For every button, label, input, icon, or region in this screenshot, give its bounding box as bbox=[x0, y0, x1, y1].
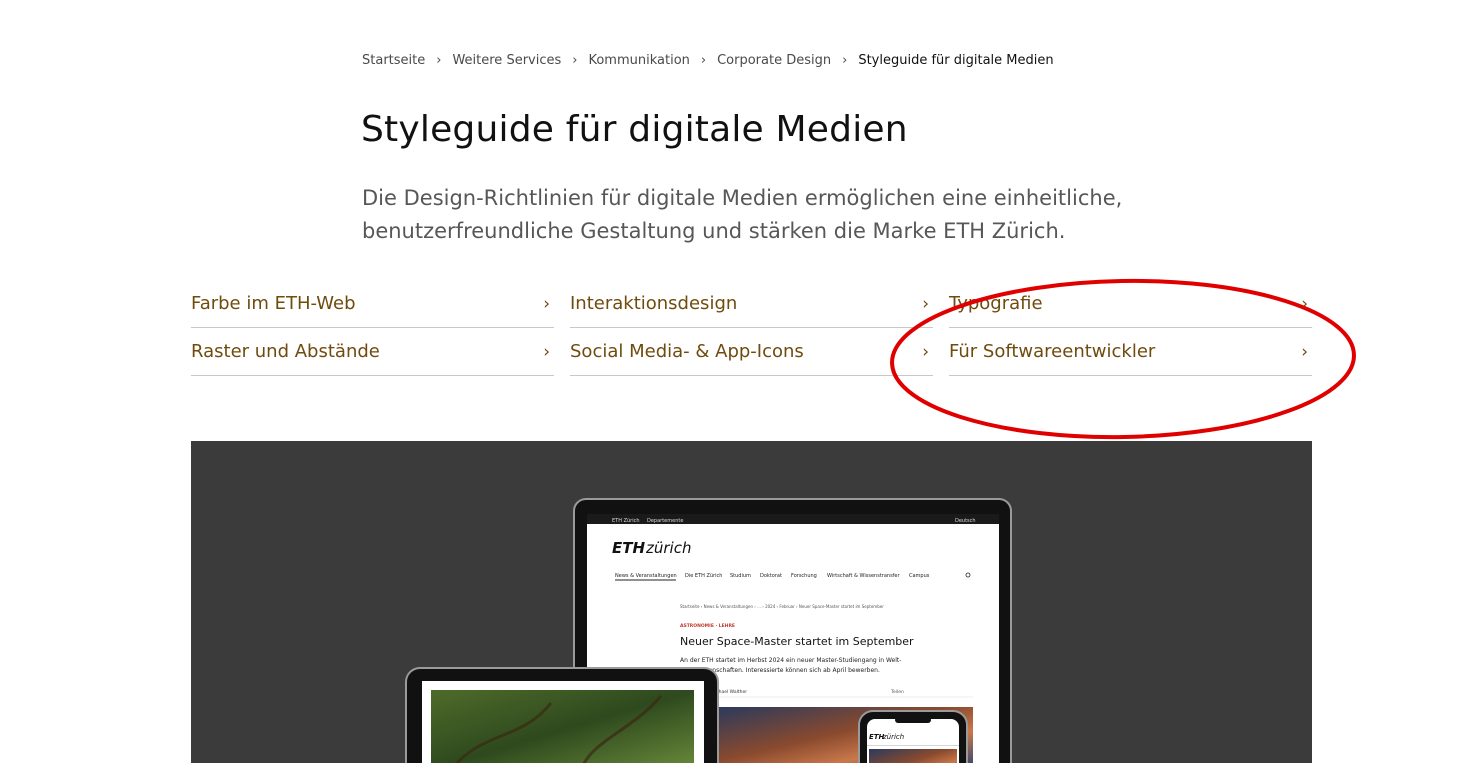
mock-crumbs: Startseite › News & Veranstaltungen › ..… bbox=[680, 604, 884, 609]
mock-nav-2: Studium bbox=[730, 573, 751, 579]
link-typografie[interactable]: Typografie › bbox=[949, 280, 1312, 328]
mock-nav-4: Forschung bbox=[791, 573, 817, 579]
breadcrumb-current: Styleguide für digitale Medien bbox=[858, 53, 1054, 68]
chevron-right-icon: › bbox=[700, 53, 707, 68]
mock-topbar-right: Deutsch bbox=[955, 518, 976, 524]
mock-nav-5: Wirtschaft & Wissenstransfer bbox=[827, 573, 901, 579]
mock-headline: Neuer Space-Master startet im September bbox=[680, 635, 914, 648]
link-raster-und-abstaende[interactable]: Raster und Abstände › bbox=[191, 328, 554, 376]
breadcrumb-item-kommunikation[interactable]: Kommunikation bbox=[588, 53, 689, 68]
mock-logo-bold: ETH bbox=[612, 539, 645, 557]
link-label: Social Media- & App-Icons bbox=[570, 341, 804, 362]
chevron-right-icon: › bbox=[1301, 293, 1308, 314]
mock-topbar-left: ETH Zürich bbox=[612, 518, 640, 524]
hero-image: ETH Zürich Departemente Deutsch ETH züri… bbox=[191, 441, 1312, 763]
chevron-right-icon: › bbox=[1301, 341, 1308, 362]
breadcrumb-item-startseite[interactable]: Startseite bbox=[362, 53, 425, 68]
mock-topbar-menu: Departemente bbox=[647, 518, 683, 524]
chevron-right-icon: › bbox=[922, 341, 929, 362]
mock-logo-light: zürich bbox=[645, 539, 691, 557]
mock-teaser-1: An der ETH startet im Herbst 2024 ein ne… bbox=[680, 657, 901, 664]
link-fuer-softwareentwickler[interactable]: Für Softwareentwickler › bbox=[949, 328, 1312, 376]
chevron-right-icon: › bbox=[572, 53, 578, 68]
mock-kicker: ASTRONOMIE · LEHRE bbox=[680, 623, 735, 629]
breadcrumb-item-corporate-design[interactable]: Corporate Design bbox=[717, 53, 831, 68]
subpage-links: Farbe im ETH-Web › Interaktionsdesign › … bbox=[191, 280, 1312, 376]
mock-nav-3: Doktorat bbox=[760, 573, 782, 579]
mock-nav-0: News & Veranstaltungen bbox=[615, 573, 677, 579]
mock-nav-6: Campus bbox=[909, 573, 930, 579]
page-title: Styleguide für digitale Medien bbox=[361, 109, 908, 150]
link-farbe-im-eth-web[interactable]: Farbe im ETH-Web › bbox=[191, 280, 554, 328]
phone-logo-light: zürich bbox=[882, 733, 904, 741]
link-interaktionsdesign[interactable]: Interaktionsdesign › bbox=[570, 280, 933, 328]
mock-nav-1: Die ETH Zürich bbox=[685, 573, 722, 579]
chevron-right-icon: › bbox=[543, 341, 550, 362]
link-label: Für Softwareentwickler bbox=[949, 341, 1156, 362]
breadcrumb-item-weitere-services[interactable]: Weitere Services bbox=[452, 53, 561, 68]
chevron-right-icon: › bbox=[543, 293, 550, 314]
chevron-right-icon: › bbox=[436, 53, 442, 68]
link-social-media-app-icons[interactable]: Social Media- & App-Icons › bbox=[570, 328, 933, 376]
mock-share: Teilen bbox=[890, 689, 904, 695]
lead-text: Die Design-Richtlinien für digitale Medi… bbox=[362, 186, 1123, 243]
chevron-right-icon: › bbox=[842, 53, 848, 68]
link-label: Typografie bbox=[949, 293, 1043, 314]
breadcrumb: Startseite › Weitere Services › Kommunik… bbox=[362, 53, 1054, 68]
link-label: Interaktionsdesign bbox=[570, 293, 738, 314]
link-label: Farbe im ETH-Web bbox=[191, 293, 356, 314]
link-label: Raster und Abstände bbox=[191, 341, 380, 362]
chevron-right-icon: › bbox=[922, 293, 929, 314]
